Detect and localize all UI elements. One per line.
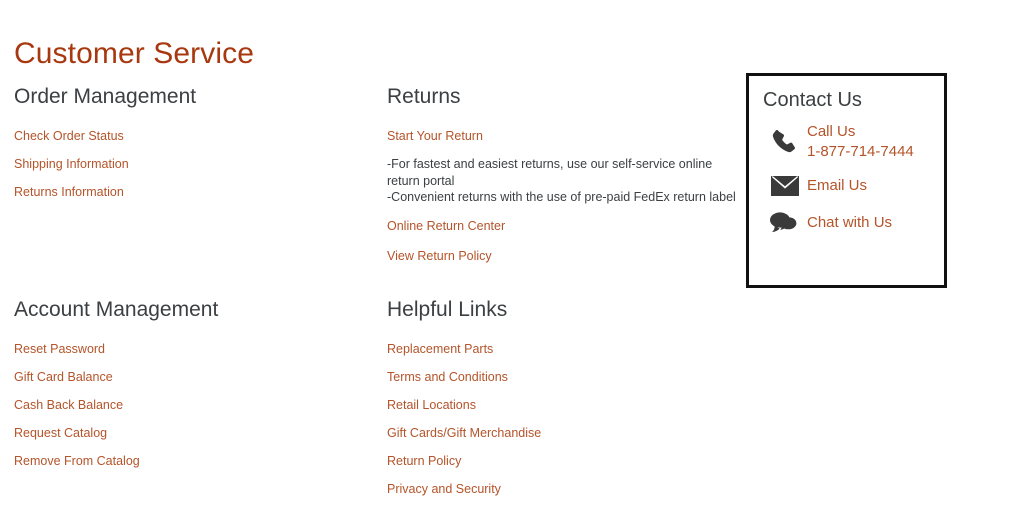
link-replacement-parts[interactable]: Replacement Parts [387,342,493,356]
contact-chat-text: Chat with Us [807,213,892,233]
link-return-policy[interactable]: Return Policy [387,454,461,468]
link-cash-back-balance[interactable]: Cash Back Balance [14,398,123,412]
list-item: Terms and Conditions [387,370,737,384]
link-returns-information[interactable]: Returns Information [14,185,124,199]
link-email-us[interactable]: Email Us [807,176,867,196]
section-heading-helpful-links: Helpful Links [387,298,508,321]
link-gift-card-balance[interactable]: Gift Card Balance [14,370,113,384]
list-item: Request Catalog [14,426,374,440]
link-reset-password[interactable]: Reset Password [14,342,105,356]
section-heading-account-management: Account Management [14,298,219,321]
phone-icon [763,127,807,157]
list-item: Privacy and Security [387,482,737,496]
link-privacy-and-security[interactable]: Privacy and Security [387,482,501,496]
link-call-us[interactable]: Call Us [807,122,914,142]
returns-view-policy-row: View Return Policy [387,247,737,265]
contact-row-email[interactable]: Email Us [763,174,944,198]
list-item: Retail Locations [387,398,737,412]
contact-row-chat[interactable]: Chat with Us [763,210,944,236]
link-view-return-policy[interactable]: View Return Policy [387,249,492,263]
contact-row-call[interactable]: Call Us 1-877-714-7444 [763,122,944,162]
contact-call-text: Call Us 1-877-714-7444 [807,122,914,162]
returns-start-row: Start Your Return [387,129,737,143]
list-item: Remove From Catalog [14,454,374,468]
section-account-management: Account Management Reset Password Gift C… [14,297,374,468]
returns-description-line-1: -For fastest and easiest returns, use ou… [387,157,713,188]
contact-us-box: Contact Us Call Us 1-877-714-7444 Email … [746,73,947,288]
section-heading-order-management: Order Management [14,85,197,108]
phone-number[interactable]: 1-877-714-7444 [807,142,914,162]
page-title: Customer Service [14,37,255,71]
link-chat-with-us[interactable]: Chat with Us [807,213,892,233]
envelope-icon [763,174,807,198]
link-remove-from-catalog[interactable]: Remove From Catalog [14,454,140,468]
section-returns: Returns Start Your Return -For fastest a… [387,84,737,265]
contact-us-title: Contact Us [763,89,862,111]
list-item: Gift Cards/Gift Merchandise [387,426,737,440]
chat-bubbles-icon [763,210,807,236]
account-management-link-list: Reset Password Gift Card Balance Cash Ba… [14,342,374,468]
order-management-link-list: Check Order Status Shipping Information … [14,129,374,199]
helpful-links-link-list: Replacement Parts Terms and Conditions R… [387,342,737,496]
list-item: Check Order Status [14,129,374,143]
section-helpful-links: Helpful Links Replacement Parts Terms an… [387,297,737,496]
link-online-return-center[interactable]: Online Return Center [387,219,505,233]
link-retail-locations[interactable]: Retail Locations [387,398,476,412]
returns-description-line-2: -Convenient returns with the use of pre-… [387,190,736,204]
link-start-your-return[interactable]: Start Your Return [387,129,483,143]
section-heading-returns: Returns [387,85,461,108]
link-request-catalog[interactable]: Request Catalog [14,426,107,440]
contact-email-text: Email Us [807,176,867,196]
section-order-management: Order Management Check Order Status Ship… [14,84,374,199]
list-item: Shipping Information [14,157,374,171]
returns-description: -For fastest and easiest returns, use ou… [387,156,737,206]
link-check-order-status[interactable]: Check Order Status [14,129,124,143]
list-item: Returns Information [14,185,374,199]
list-item: Gift Card Balance [14,370,374,384]
list-item: Return Policy [387,454,737,468]
list-item: Replacement Parts [387,342,737,356]
link-gift-cards-gift-merchandise[interactable]: Gift Cards/Gift Merchandise [387,426,541,440]
link-terms-and-conditions[interactable]: Terms and Conditions [387,370,508,384]
list-item: Cash Back Balance [14,398,374,412]
list-item: Reset Password [14,342,374,356]
link-shipping-information[interactable]: Shipping Information [14,157,129,171]
returns-online-center-row: Online Return Center [387,219,737,233]
